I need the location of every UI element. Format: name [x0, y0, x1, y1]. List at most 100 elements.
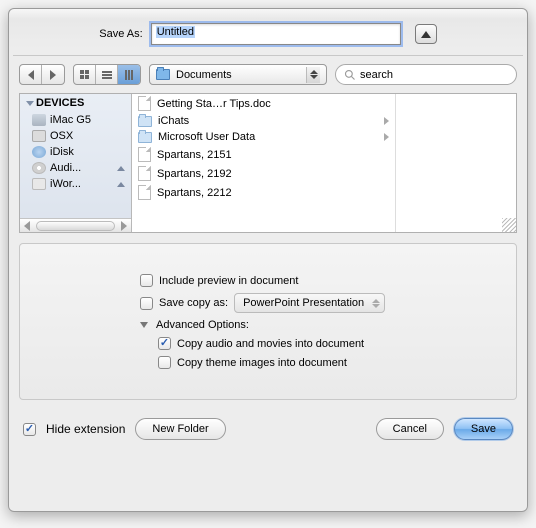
path-label: Documents	[176, 69, 232, 81]
save-dialog: Save As: Untitled Documents search DEVIC…	[8, 8, 528, 512]
button-label: Cancel	[393, 423, 427, 435]
document-icon	[138, 166, 151, 181]
file-name: Spartans, 2192	[157, 168, 232, 180]
format-label: PowerPoint Presentation	[243, 297, 364, 309]
save-button[interactable]: Save	[454, 418, 513, 440]
saveas-input[interactable]: Untitled	[151, 23, 401, 45]
search-field[interactable]: search	[335, 64, 517, 85]
list-icon	[102, 71, 112, 79]
sidebar-item-label: Audi...	[50, 162, 81, 174]
option-save-copy-as[interactable]: Save copy as: PowerPoint Presentation	[140, 293, 496, 313]
disclosure-icon	[26, 101, 34, 106]
option-include-preview[interactable]: Include preview in document	[140, 274, 496, 287]
view-mode-segment[interactable]	[73, 64, 141, 85]
volume-icon	[32, 178, 46, 190]
file-row[interactable]: Microsoft User Data	[132, 129, 395, 145]
icon-view-button[interactable]	[74, 65, 96, 84]
column-view-button[interactable]	[118, 65, 140, 84]
disc-icon	[32, 162, 46, 174]
option-label: Include preview in document	[159, 275, 298, 287]
stepper-icon	[306, 67, 320, 83]
file-column: Getting Sta…r Tips.doc iChats Microsoft …	[132, 94, 396, 232]
chevron-right-icon	[384, 133, 389, 141]
back-button[interactable]	[20, 65, 42, 84]
grid-icon	[80, 70, 89, 79]
disclosure-triangle-icon	[140, 322, 148, 328]
cancel-button[interactable]: Cancel	[376, 418, 444, 440]
file-browser: DEVICES iMac G5 OSX iDisk Audi... iWor..…	[19, 93, 517, 233]
nav-back-forward[interactable]	[19, 64, 65, 85]
eject-icon[interactable]	[117, 182, 125, 187]
sidebar-item-label: iMac G5	[50, 114, 91, 126]
option-label: Copy theme images into document	[177, 357, 347, 369]
checkbox[interactable]	[158, 356, 171, 369]
triangle-up-icon	[421, 31, 431, 38]
new-folder-button[interactable]: New Folder	[135, 418, 225, 440]
option-copy-theme[interactable]: Copy theme images into document	[158, 356, 496, 369]
drive-icon	[32, 130, 46, 142]
scroll-thumb[interactable]	[36, 221, 115, 231]
file-row[interactable]: iChats	[132, 113, 395, 129]
document-icon	[138, 147, 151, 162]
file-row[interactable]: Spartans, 2192	[132, 164, 395, 183]
sidebar-item[interactable]: Audi...	[20, 160, 131, 176]
folder-icon	[138, 116, 152, 127]
scroll-left-icon[interactable]	[20, 220, 34, 232]
file-name: Getting Sta…r Tips.doc	[157, 98, 271, 110]
search-placeholder: search	[360, 69, 393, 81]
folder-icon	[138, 132, 152, 143]
advanced-label: Advanced Options:	[156, 319, 249, 331]
option-copy-av[interactable]: Copy audio and movies into document	[158, 337, 496, 350]
options-panel: Include preview in document Save copy as…	[19, 243, 517, 400]
sidebar-item[interactable]: iWor...	[20, 176, 131, 192]
forward-button[interactable]	[42, 65, 64, 84]
button-label: New Folder	[152, 423, 208, 435]
file-row[interactable]: Getting Sta…r Tips.doc	[132, 94, 395, 113]
document-icon	[138, 96, 151, 111]
imac-icon	[32, 114, 46, 126]
stepper-icon	[369, 295, 382, 311]
idisk-icon	[32, 146, 46, 158]
search-icon	[344, 69, 356, 81]
sidebar: DEVICES iMac G5 OSX iDisk Audi... iWor..…	[20, 94, 132, 232]
file-name: iChats	[158, 115, 189, 127]
button-label: Save	[471, 423, 496, 435]
option-label: Save copy as:	[159, 297, 228, 309]
sidebar-scrollbar[interactable]	[20, 218, 131, 232]
checkbox[interactable]	[158, 337, 171, 350]
resize-handle[interactable]	[502, 218, 516, 232]
saveas-value: Untitled	[156, 26, 195, 38]
file-name: Microsoft User Data	[158, 131, 255, 143]
footer: Hide extension New Folder Cancel Save	[9, 410, 527, 452]
advanced-disclosure[interactable]: Advanced Options:	[140, 319, 496, 331]
scroll-right-icon[interactable]	[117, 220, 131, 232]
list-view-button[interactable]	[96, 65, 118, 84]
saveas-label: Save As:	[99, 28, 142, 40]
eject-icon[interactable]	[117, 166, 125, 171]
hide-extension-label: Hide extension	[46, 422, 125, 436]
sidebar-item-label: iDisk	[50, 146, 74, 158]
triangle-left-icon	[28, 70, 34, 80]
sidebar-item[interactable]: OSX	[20, 128, 131, 144]
chevron-right-icon	[384, 117, 389, 125]
checkbox[interactable]	[140, 274, 153, 287]
file-column-empty	[396, 94, 516, 232]
file-row[interactable]: Spartans, 2212	[132, 183, 395, 202]
triangle-right-icon	[50, 70, 56, 80]
file-row[interactable]: Spartans, 2151	[132, 145, 395, 164]
file-name: Spartans, 2151	[157, 149, 232, 161]
sidebar-item[interactable]: iDisk	[20, 144, 131, 160]
columns-icon	[125, 70, 133, 80]
saveas-row: Save As: Untitled	[9, 9, 527, 55]
checkbox[interactable]	[140, 297, 153, 310]
hide-extension-checkbox[interactable]	[23, 423, 36, 436]
path-popup[interactable]: Documents	[149, 64, 327, 85]
sidebar-header-devices[interactable]: DEVICES	[20, 94, 131, 112]
format-popup[interactable]: PowerPoint Presentation	[234, 293, 385, 313]
sidebar-header-label: DEVICES	[36, 97, 84, 109]
collapse-toggle[interactable]	[415, 24, 437, 44]
sidebar-item[interactable]: iMac G5	[20, 112, 131, 128]
folder-icon	[156, 69, 170, 80]
document-icon	[138, 185, 151, 200]
sidebar-item-label: OSX	[50, 130, 73, 142]
